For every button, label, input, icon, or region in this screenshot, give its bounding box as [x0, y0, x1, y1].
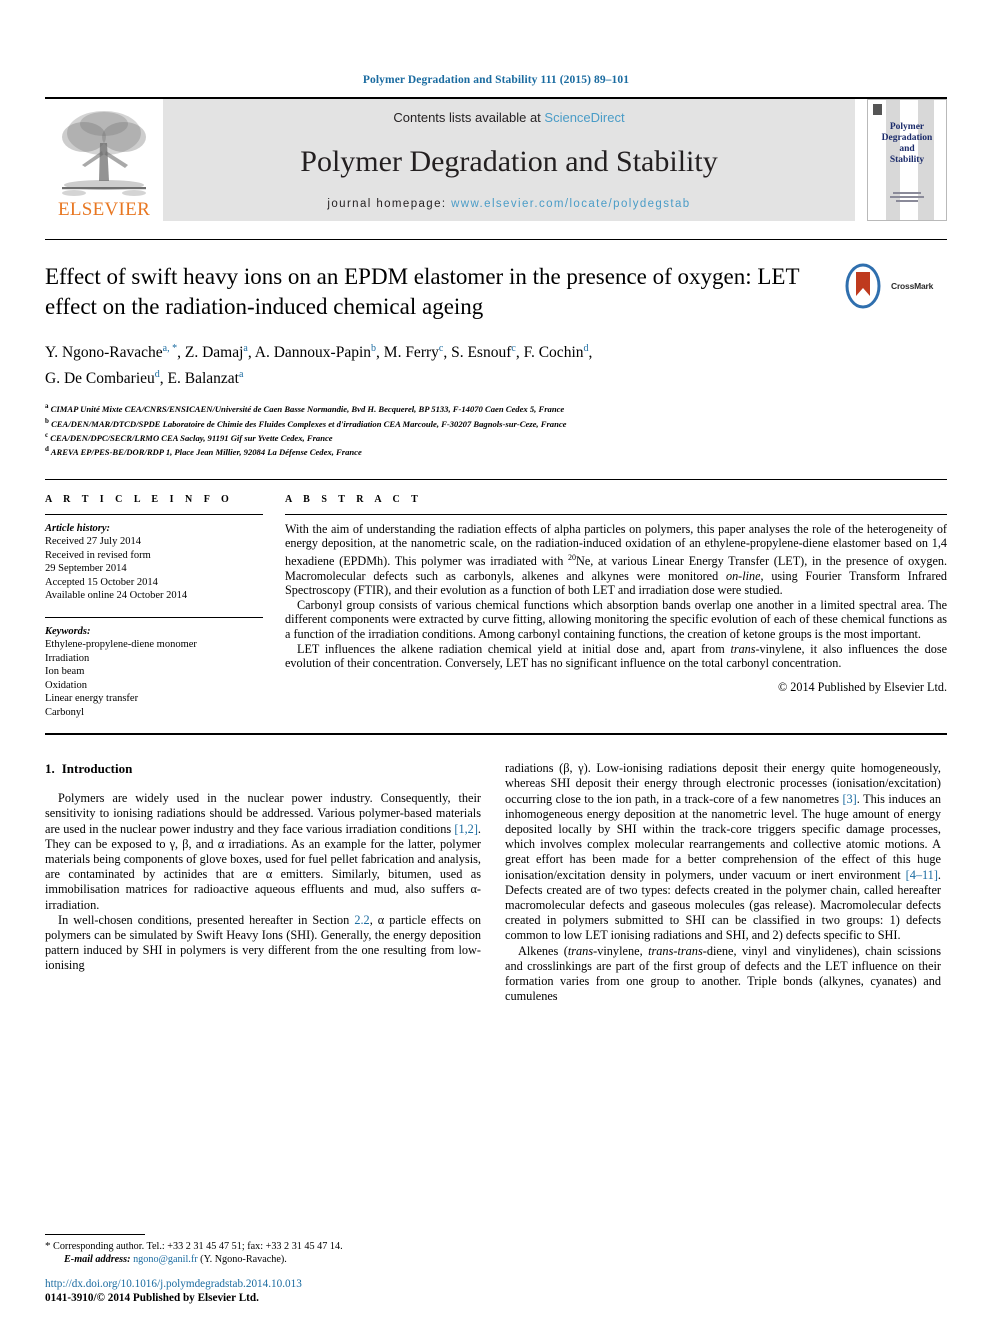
author-entry: Y. Ngono-Ravachea, *: [45, 343, 178, 362]
citation-link[interactable]: [1,2]: [454, 822, 478, 836]
keywords-label: Keywords:: [45, 625, 91, 637]
history-item: Received in revised form: [45, 549, 151, 561]
email-link[interactable]: ngono@ganil.fr: [133, 1254, 198, 1265]
author-entry: S. Esnoufc: [451, 343, 516, 362]
email-suffix: (Y. Ngono-Ravache).: [200, 1254, 287, 1265]
author-entry: E. Balanzata: [167, 369, 244, 388]
article-info-heading: A R T I C L E I N F O: [45, 493, 234, 505]
abstract-paragraph: Carbonyl group consists of various chemi…: [285, 597, 947, 641]
affiliation-item: a CIMAP Unité Mixte CEA/CNRS/ENSICAEN/Un…: [45, 402, 565, 415]
homepage-prefix: journal homepage:: [327, 198, 452, 210]
keyword-item: Linear energy transfer: [45, 693, 139, 705]
masthead-center: Contents lists available at ScienceDirec…: [163, 99, 855, 221]
article-info-rule: [45, 513, 263, 515]
affiliation-item: b CEA/DEN/MAR/DTCD/SPDE Laboratoire de C…: [45, 416, 567, 429]
issn-copyright-line: 0141-3910/© 2014 Published by Elsevier L…: [45, 1292, 259, 1304]
footnote-block: * Corresponding author. Tel.: +33 2 31 4…: [45, 1234, 481, 1266]
article-page: Polymer Degradation and Stability 111 (2…: [0, 0, 992, 1323]
section-heading-introduction: 1. Introduction: [45, 761, 481, 777]
section-title: Introduction: [61, 761, 133, 777]
footnote-marker: *: [45, 1240, 51, 1252]
running-head: Polymer Degradation and Stability 111 (2…: [362, 74, 630, 86]
author-entry: F. Cochind: [523, 343, 589, 362]
abstract-rule: [285, 513, 947, 515]
page-title: Effect of swift heavy ions on an EPDM el…: [45, 264, 800, 319]
footnote-rule: [45, 1234, 145, 1235]
journal-title: Polymer Degradation and Stability: [300, 144, 718, 178]
article-info-column: A R T I C L E I N F O Article history: R…: [45, 494, 263, 720]
contents-list-line: Contents lists available at ScienceDirec…: [393, 110, 624, 125]
crossmark-badge[interactable]: CrossMark: [843, 260, 947, 312]
corresponding-author-note: * Corresponding author. Tel.: +33 2 31 4…: [45, 1240, 481, 1253]
keyword-item: Irradiation: [45, 652, 90, 664]
citation-link[interactable]: [4–11]: [906, 868, 938, 882]
author-entry: M. Ferryc: [383, 343, 444, 362]
crossmark-label: CrossMark: [891, 281, 934, 291]
journal-homepage-link[interactable]: www.elsevier.com/locate/polydegstab: [451, 198, 691, 210]
body-column-left: 1. Introduction Polymers are widely used …: [45, 761, 481, 1004]
keyword-item: Ion beam: [45, 666, 85, 678]
author-entry: A. Dannoux-Papinb: [254, 343, 377, 362]
cover-publisher-mark: [873, 104, 882, 115]
info-abstract-block: A R T I C L E I N F O Article history: R…: [45, 480, 947, 720]
affiliation-item: d AREVA EP/PES-BE/DOR/RDP 1, Place Jean …: [45, 445, 362, 458]
email-label: E-mail address:: [64, 1254, 131, 1265]
body-paragraph: In well-chosen conditions, presented her…: [45, 912, 481, 973]
doi-block: http://dx.doi.org/10.1016/j.polymdegrads…: [45, 1277, 505, 1305]
title-block: Effect of swift heavy ions on an EPDM el…: [45, 240, 947, 459]
citation-link[interactable]: [3]: [842, 792, 856, 806]
keyword-item: Carbonyl: [45, 706, 85, 718]
body-columns: 1. Introduction Polymers are widely used …: [45, 735, 947, 1004]
abstract-heading: A B S T R A C T: [285, 493, 423, 505]
author-entry: Z. Damaja: [184, 343, 248, 362]
affiliation-list: a CIMAP Unité Mixte CEA/CNRS/ENSICAEN/Un…: [45, 401, 947, 458]
abstract-paragraph: LET influences the alkene radiation chem…: [285, 641, 947, 671]
body-paragraph: Alkenes (trans-vinylene, trans-trans-die…: [505, 943, 941, 1004]
elsevier-logo: ELSEVIER: [45, 99, 163, 221]
affiliation-item: c CEA/DEN/DPC/SECR/LRMO CEA Saclay, 9119…: [45, 431, 333, 443]
history-item: Received 27 July 2014: [45, 536, 141, 548]
body-column-right: radiations (β, γ). Low-ionising radiatio…: [505, 761, 941, 1004]
cover-title: Polymer Degradation and Stability: [881, 122, 933, 165]
article-history-label: Article history:: [45, 522, 111, 534]
elsevier-tree-icon: [62, 111, 146, 196]
crossmark-icon: [845, 263, 881, 309]
elsevier-wordmark: ELSEVIER: [57, 199, 151, 220]
sciencedirect-link[interactable]: ScienceDirect: [544, 110, 624, 125]
history-item: Available online 24 October 2014: [45, 590, 188, 602]
author-list: Y. Ngono-Ravachea, *, Z. Damaja, A. Dann…: [45, 343, 593, 388]
keyword-item: Ethylene-propylene-diene monomer: [45, 639, 197, 651]
email-note: E-mail address: ngono@ganil.fr (Y. Ngono…: [45, 1253, 481, 1266]
cover-footer-marks: [868, 190, 946, 204]
corresponding-author-text: Corresponding author. Tel.: +33 2 31 45 …: [53, 1241, 343, 1252]
doi-link[interactable]: http://dx.doi.org/10.1016/j.polymdegrads…: [45, 1277, 505, 1291]
author-entry: G. De Combarieud: [45, 369, 160, 388]
contents-prefix: Contents lists available at: [393, 110, 545, 125]
keyword-item: Oxidation: [45, 679, 87, 691]
section-link[interactable]: 2.2: [354, 913, 369, 927]
abstract-copyright: © 2014 Published by Elsevier Ltd.: [777, 679, 947, 694]
journal-cover-thumbnail[interactable]: Polymer Degradation and Stability: [867, 99, 947, 221]
history-item: Accepted 15 October 2014: [45, 576, 158, 588]
history-item: 29 September 2014: [45, 563, 127, 575]
keywords-rule: [45, 616, 263, 618]
section-number: 1.: [45, 761, 55, 777]
abstract-paragraph: With the aim of understanding the radiat…: [285, 521, 948, 598]
abstract-column: A B S T R A C T With the aim of understa…: [285, 494, 947, 720]
body-paragraph: Polymers are widely used in the nuclear …: [45, 791, 481, 912]
journal-masthead: ELSEVIER Contents lists available at Sci…: [45, 99, 947, 221]
body-paragraph: radiations (β, γ). Low-ionising radiatio…: [505, 761, 942, 943]
journal-homepage-line: journal homepage: www.elsevier.com/locat…: [327, 198, 690, 210]
